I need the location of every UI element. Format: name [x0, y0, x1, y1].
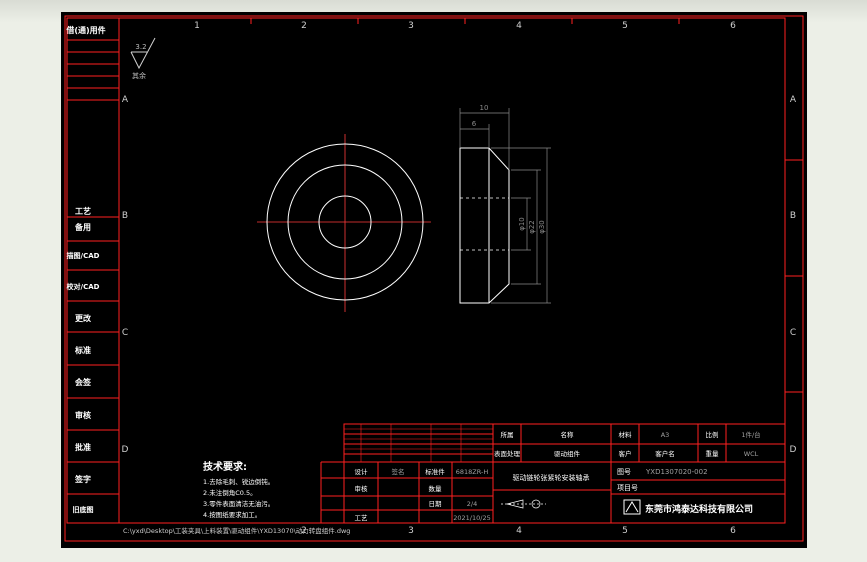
tech-req-line-1: 1.去除毛刺、锐边倒钝。	[203, 477, 274, 486]
zone-row-c-left: C	[122, 328, 128, 338]
zone-col-1: 1	[194, 21, 200, 31]
zone-row-d-left: D	[122, 445, 129, 455]
tb-weight-label: 重量	[706, 450, 720, 458]
tb-part-name: 驱动链轮张紧轮安装轴承	[513, 473, 590, 482]
tb-drawing-no: YXD1307020-002	[645, 468, 708, 476]
tb-std-label: 标准件	[425, 467, 445, 476]
tb-material: A3	[661, 431, 670, 439]
zone-col-3: 3	[408, 21, 414, 31]
tb-std: 6818ZR-H	[456, 468, 489, 476]
tb-design-label: 设计	[355, 467, 369, 476]
cad-drawing: 1 2 3 4 5 6 A B C D A B C D 2 3 4 5 6 借(…	[64, 15, 804, 542]
dim-width: 10	[480, 104, 489, 112]
tb-scale: 1件/台	[741, 430, 760, 439]
tech-req-title: 技术要求:	[203, 460, 247, 473]
dim-dia-inner: φ10	[518, 217, 526, 231]
zone-col-2: 2	[301, 21, 307, 31]
tech-req-line-3: 3.零件表面清洁无油污。	[203, 499, 274, 508]
company-logo	[623, 499, 641, 515]
strip-label-sign: 签字	[74, 474, 91, 484]
roughness-value: 3.2	[135, 43, 146, 51]
tb-scale-label: 比例	[706, 430, 719, 439]
strip-label-spare: 备用	[74, 222, 91, 232]
zone-col-6: 6	[730, 21, 736, 31]
strip-label-countersign: 会签	[75, 377, 92, 387]
side-profile	[459, 147, 510, 304]
zone-row-a-right: A	[790, 95, 797, 105]
tb-drawing-no-label: 图号	[617, 468, 631, 476]
zone-row-b-left: B	[122, 211, 128, 221]
zone-row-c-right: C	[790, 328, 796, 338]
tb-name-label: 名称	[561, 430, 575, 439]
strip-label-trace: 描图/CAD	[67, 251, 100, 260]
zone-row-b-right: B	[790, 211, 796, 221]
dim-dia-mid: φ22	[528, 220, 536, 234]
projection-symbol	[501, 499, 546, 509]
strip-top-label: 借(通)用件	[65, 25, 105, 35]
tech-req-line-2: 2.未注倒角C0.5。	[203, 488, 257, 497]
tb-check-label: 审核	[355, 484, 369, 493]
tb-date: 2021/10/25	[453, 514, 490, 522]
left-signature-strip: 借(通)用件 工艺 备用 描图/CAD 校对/CAD 更改 标准 会签 审核 批…	[65, 17, 120, 524]
tb-customer: 客户名	[655, 449, 675, 458]
roughness-symbol: 3.2 其余	[130, 37, 156, 80]
strip-label-old-base: 旧底图	[73, 505, 94, 514]
tb-qty-label: 数量	[429, 484, 443, 493]
strip-label-change: 更改	[75, 313, 92, 323]
zone-row-d-right: D	[790, 445, 797, 455]
zone-col-4: 4	[516, 21, 522, 31]
technical-requirements: 技术要求: 1.去除毛刺、锐边倒钝。 2.未注倒角C0.5。 3.零件表面清洁无…	[203, 460, 274, 519]
strip-label-review: 审核	[75, 410, 91, 420]
strip-label-approve: 批准	[75, 442, 91, 452]
tb-customer-label: 客户	[619, 449, 632, 458]
side-view: 10 6 φ10 φ22 φ30	[459, 104, 551, 304]
strip-label-proof: 校对/CAD	[67, 282, 100, 291]
strip-label-standard: 标准	[74, 345, 91, 355]
strip-label-craft: 工艺	[75, 206, 91, 216]
tech-req-line-4: 4.按图纸要求加工。	[203, 510, 261, 519]
zone-col-4-bottom: 4	[516, 526, 522, 536]
tb-surface-label: 表面处理	[494, 449, 521, 458]
tb-weight: WCL	[744, 450, 759, 458]
roughness-note: 其余	[132, 71, 146, 80]
tb-project-label: 项目号	[617, 484, 638, 492]
zone-col-5: 5	[622, 21, 628, 31]
tb-craft-label: 工艺	[355, 514, 369, 522]
dim-dia-outer: φ30	[538, 220, 546, 234]
tb-sign-label: 签名	[392, 467, 405, 476]
inner-frame	[118, 17, 786, 524]
tb-sheets: 2/4	[467, 500, 477, 508]
zone-col-3-bottom: 3	[408, 526, 414, 536]
zone-row-a-left: A	[122, 95, 129, 105]
front-view	[257, 134, 431, 312]
tb-material-label: 材料	[619, 430, 633, 439]
dim-chamfer-width: 6	[472, 120, 477, 128]
tb-company: 东莞市鸿泰达科技有限公司	[645, 503, 753, 515]
title-block: 所属 名称 表面处理 驱动组件 材料 A3 比例 1件/台 客户 客户名 重量 …	[320, 423, 786, 524]
zone-col-5-bottom: 5	[622, 526, 628, 536]
tb-date-label: 日期	[429, 500, 443, 508]
zone-col-6-bottom: 6	[730, 526, 736, 536]
file-path: C:\yxd\Desktop\工装夹具\上料装置\驱动组件\YXD13070\动…	[123, 526, 350, 535]
drawing-canvas[interactable]: 1 2 3 4 5 6 A B C D A B C D 2 3 4 5 6 借(…	[61, 12, 807, 548]
tb-component-label: 所属	[501, 430, 514, 439]
tb-component: 驱动组件	[554, 449, 581, 458]
